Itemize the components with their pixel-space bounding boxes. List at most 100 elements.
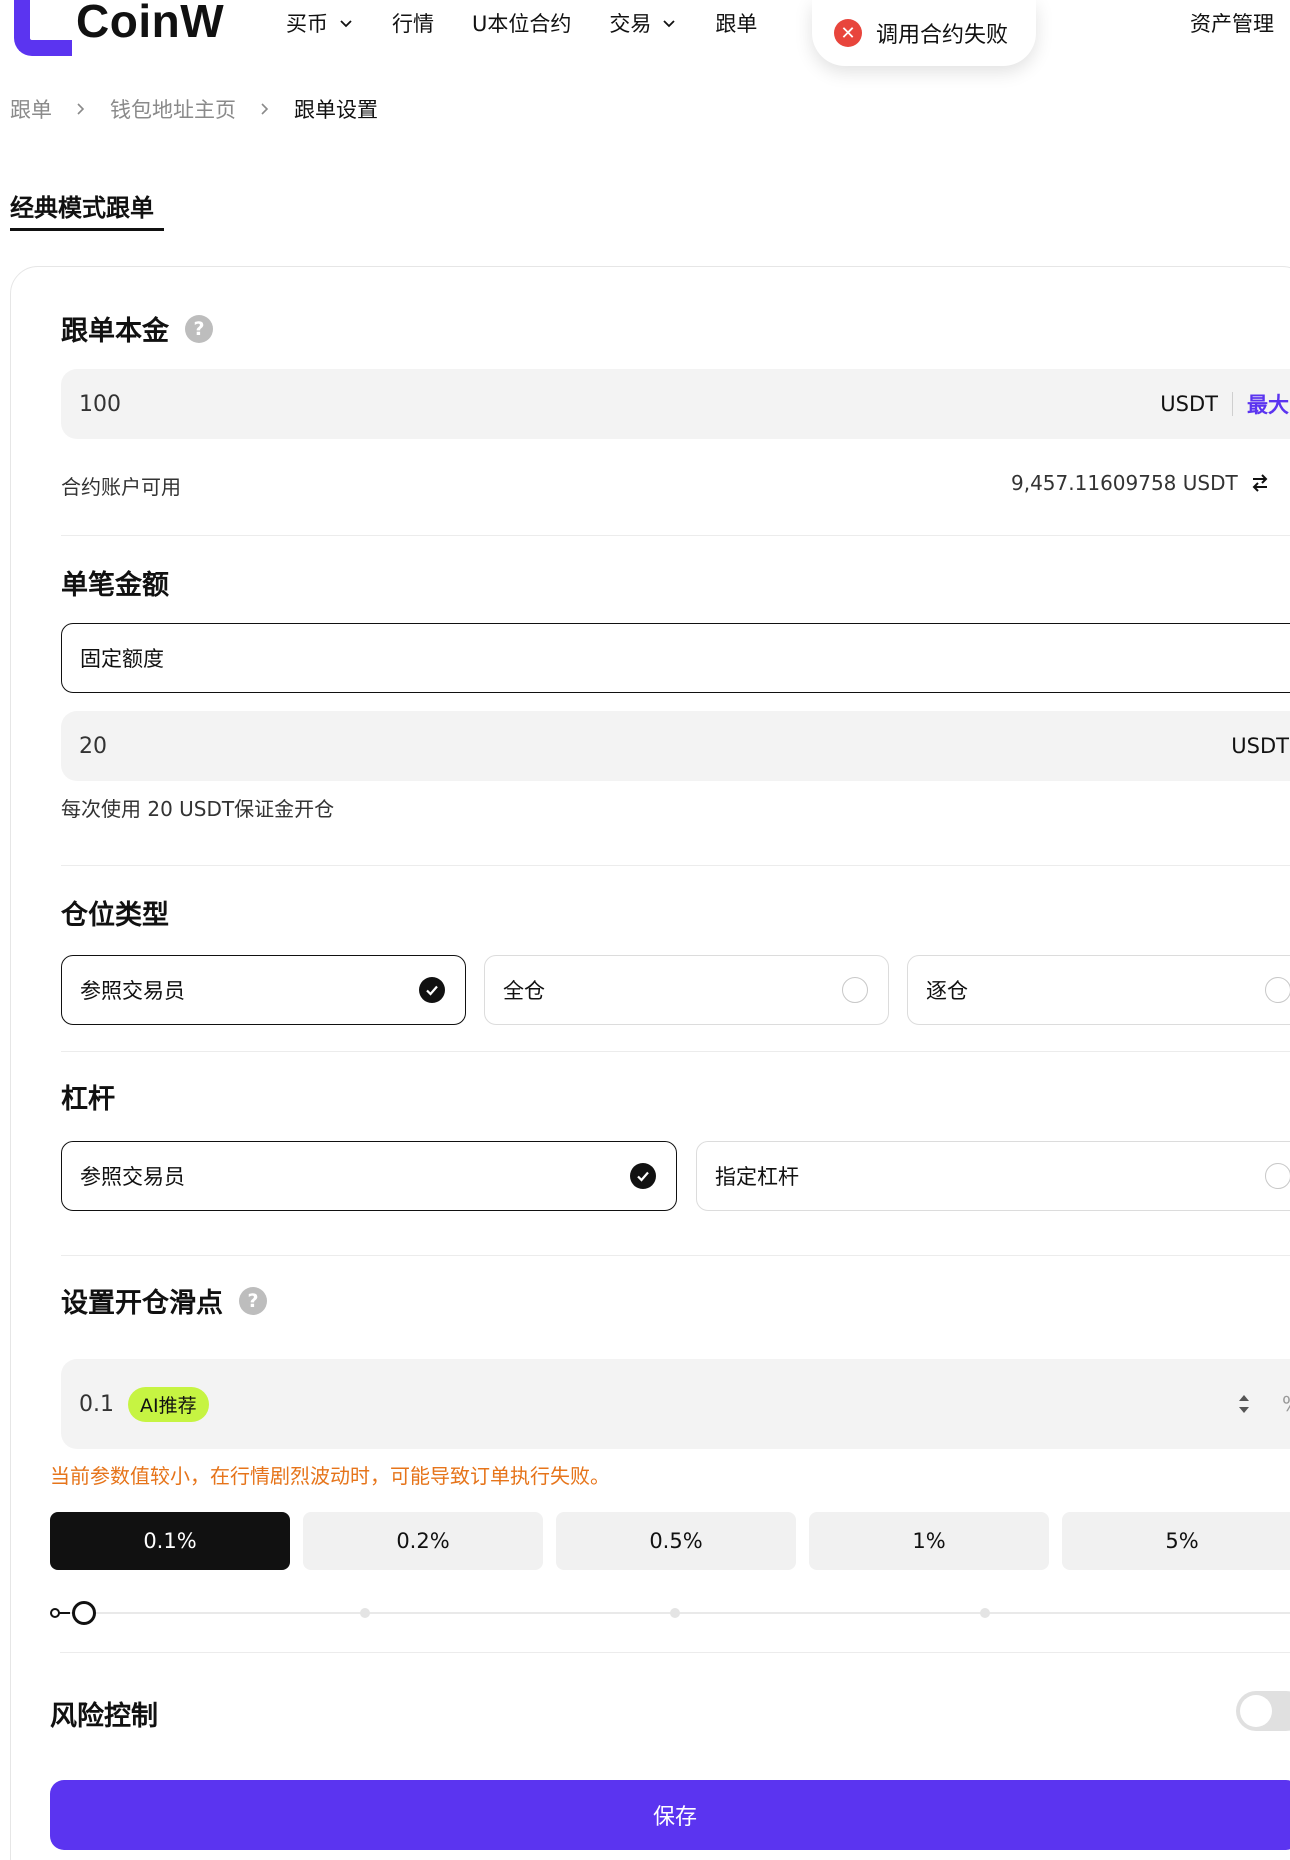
slippage-slider-thumb[interactable] (72, 1601, 96, 1625)
section-title-text: 设置开仓滑点 (61, 1288, 223, 1319)
single-amount-value: 20 (79, 733, 107, 759)
unit-label: USDT (1160, 392, 1218, 416)
leverage-option-follow-trader[interactable]: 参照交易员 (61, 1141, 677, 1211)
section-title-text: 杠杆 (61, 1084, 115, 1115)
stepper-arrows-icon[interactable] (1237, 1390, 1251, 1418)
chip-label: 5% (1165, 1529, 1199, 1553)
chevron-right-icon (261, 103, 269, 115)
amount-mode-value: 固定额度 (80, 647, 164, 671)
nav-label: 交易 (609, 12, 652, 36)
logo-text: CoinW (76, 0, 225, 47)
radio-empty-icon (1265, 977, 1290, 1003)
nav-usdt-futures[interactable]: U本位合约 (472, 8, 571, 38)
available-label: 合约账户可用 (61, 475, 181, 499)
slider-step-dot (670, 1608, 680, 1618)
tab-active-indicator (10, 228, 164, 231)
slippage-preset-5[interactable]: 5% (1062, 1512, 1290, 1570)
ai-recommend-badge: AI推荐 (128, 1386, 209, 1422)
leverage-section-title: 杠杆 (61, 1077, 115, 1116)
chip-label: 0.5% (649, 1529, 703, 1553)
slippage-section-title: 设置开仓滑点 ? (61, 1281, 267, 1320)
option-label: 参照交易员 (80, 979, 185, 1003)
section-divider (61, 1051, 1290, 1052)
transfer-icon[interactable] (1250, 472, 1270, 494)
option-label: 指定杠杆 (715, 1165, 799, 1189)
option-label: 全仓 (503, 979, 545, 1003)
chip-label: 0.2% (396, 1529, 450, 1553)
principal-section-title: 跟单本金 ? (61, 309, 213, 348)
save-button[interactable]: 保存 (50, 1780, 1290, 1850)
slippage-input[interactable]: 0.1 AI推荐 % (61, 1359, 1290, 1449)
chevron-down-icon (663, 20, 676, 28)
toggle-knob (1240, 1695, 1272, 1727)
breadcrumb-current: 跟单设置 (294, 98, 378, 122)
check-circle-icon (630, 1163, 656, 1189)
option-label: 逐仓 (926, 979, 968, 1003)
slippage-value: 0.1 (79, 1391, 114, 1417)
nav-label: 买币 (286, 12, 328, 36)
section-divider (60, 1652, 1290, 1653)
error-toast: ✕ 调用合约失败 (812, 0, 1036, 66)
divider (1232, 392, 1233, 416)
slider-fill (58, 1612, 70, 1614)
section-title-text: 跟单本金 (61, 316, 169, 347)
available-balance: 9,457.11609758 USDT (1011, 471, 1270, 495)
slippage-warning: 当前参数值较小，在行情剧烈波动时，可能导致订单执行失败。 (50, 1464, 610, 1488)
nav-trade[interactable]: 交易 (609, 8, 677, 38)
nav-markets[interactable]: 行情 (392, 8, 434, 38)
section-divider (61, 1255, 1290, 1256)
percent-unit: % (1282, 1392, 1290, 1416)
principal-value: 100 (79, 391, 121, 417)
section-title-text: 风险控制 (50, 1701, 158, 1732)
chevron-down-icon (340, 20, 352, 28)
chip-label: 0.1% (143, 1529, 197, 1553)
help-icon[interactable]: ? (239, 1286, 267, 1315)
main-nav: 买币 行情 U本位合约 交易 跟单 (286, 8, 795, 38)
slippage-preset-0.5[interactable]: 0.5% (556, 1512, 796, 1570)
single-amount-input[interactable]: 20 USDT (61, 711, 1290, 781)
chevron-right-icon (77, 103, 85, 115)
nav-asset-management[interactable]: 资产管理 (1190, 8, 1290, 38)
chip-label: 1% (912, 1529, 946, 1553)
section-divider (61, 535, 1290, 536)
principal-suffix: USDT 最大 (1160, 389, 1289, 419)
single-amount-suffix: USDT (1231, 734, 1289, 758)
slippage-preset-1[interactable]: 1% (809, 1512, 1049, 1570)
radio-empty-icon (842, 977, 868, 1003)
coinw-logo[interactable]: CoinW (10, 0, 225, 56)
nav-buy-crypto[interactable]: 买币 (286, 8, 354, 38)
position-option-isolated[interactable]: 逐仓 (907, 955, 1290, 1025)
section-title-text: 单笔金额 (61, 570, 169, 601)
tab-classic-copy[interactable]: 经典模式跟单 (10, 188, 154, 223)
slider-step-dot (360, 1608, 370, 1618)
position-option-cross[interactable]: 全仓 (484, 955, 889, 1025)
slippage-preset-0.1[interactable]: 0.1% (50, 1512, 290, 1570)
nav-label: 跟单 (715, 12, 758, 36)
amount-mode-select[interactable]: 固定额度 (61, 623, 1290, 693)
breadcrumb: 跟单 钱包地址主页 跟单设置 (10, 94, 378, 124)
breadcrumb-copy-trading[interactable]: 跟单 (10, 94, 52, 124)
slippage-preset-0.2[interactable]: 0.2% (303, 1512, 543, 1570)
breadcrumb-wallet-home[interactable]: 钱包地址主页 (110, 94, 236, 124)
single-amount-section-title: 单笔金额 (61, 563, 169, 602)
position-option-follow-trader[interactable]: 参照交易员 (61, 955, 466, 1025)
risk-control-toggle[interactable] (1236, 1691, 1290, 1731)
slider-step-dot (980, 1608, 990, 1618)
error-x-icon: ✕ (834, 19, 862, 47)
toast-message: 调用合约失败 (876, 23, 1009, 48)
section-divider (61, 865, 1290, 866)
available-value: 9,457.11609758 USDT (1011, 471, 1238, 495)
position-type-section-title: 仓位类型 (61, 893, 169, 932)
top-nav: CoinW 买币 行情 U本位合约 交易 跟单 资产管理 (0, 0, 1290, 56)
leverage-option-custom[interactable]: 指定杠杆 (696, 1141, 1290, 1211)
max-button[interactable]: 最大 (1247, 389, 1289, 419)
principal-input[interactable]: 100 USDT 最大 (61, 369, 1290, 439)
nav-label: U本位合约 (472, 12, 572, 36)
check-circle-icon (419, 977, 445, 1003)
help-icon[interactable]: ? (185, 314, 213, 343)
nav-copy-trading[interactable]: 跟单 (715, 8, 757, 38)
logo-mark-icon (10, 0, 72, 56)
unit-label: USDT (1231, 734, 1289, 758)
risk-control-title: 风险控制 (50, 1694, 158, 1733)
nav-label: 行情 (392, 12, 434, 36)
